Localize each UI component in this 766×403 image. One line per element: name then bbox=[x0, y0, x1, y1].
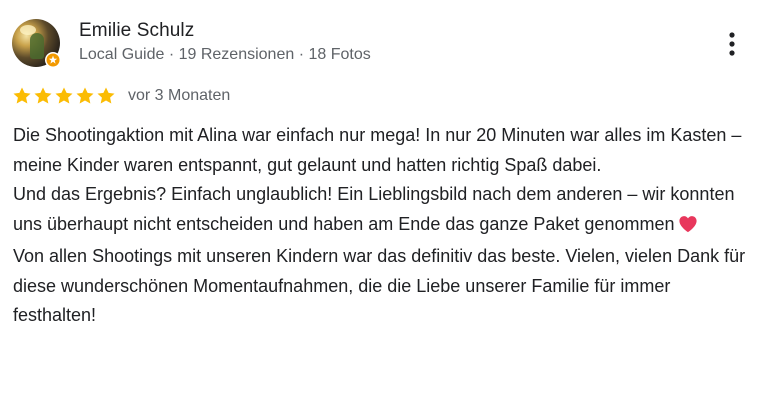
star-icon bbox=[96, 86, 116, 106]
more-vert-icon bbox=[729, 32, 735, 56]
star-icon bbox=[75, 86, 95, 106]
review-paragraph: Von allen Shootings mit unseren Kindern … bbox=[13, 246, 746, 325]
more-options-button[interactable] bbox=[716, 24, 748, 64]
review-paragraph-text: Und das Ergebnis? Einfach unglaublich! E… bbox=[13, 184, 735, 234]
star-rating bbox=[12, 86, 116, 106]
star-icon bbox=[33, 86, 53, 106]
heart-icon bbox=[678, 213, 698, 243]
author-meta[interactable]: Local Guide · 19 Rezensionen · 18 Fotos bbox=[79, 46, 371, 64]
review-date: vor 3 Monaten bbox=[128, 87, 231, 104]
author-name[interactable]: Emilie Schulz bbox=[79, 20, 194, 42]
local-guide-badge-icon bbox=[45, 52, 61, 68]
review-paragraph: Und das Ergebnis? Einfach unglaublich! E… bbox=[13, 180, 753, 242]
star-icon bbox=[54, 86, 74, 106]
rating-row: vor 3 Monaten bbox=[12, 85, 230, 107]
review-card: Emilie Schulz Local Guide · 19 Rezension… bbox=[0, 0, 766, 403]
star-icon bbox=[12, 86, 32, 106]
review-text: Die Shootingaktion mit Alina war einfach… bbox=[13, 121, 753, 331]
avatar[interactable] bbox=[12, 19, 61, 68]
review-paragraph: Die Shootingaktion mit Alina war einfach… bbox=[13, 125, 742, 175]
